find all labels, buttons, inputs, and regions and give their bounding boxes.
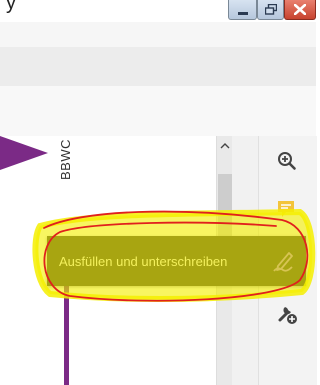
window-title: y	[6, 0, 16, 14]
toolbar	[0, 86, 316, 137]
fill-sign-tool[interactable]	[268, 248, 298, 276]
minimize-button[interactable]	[228, 0, 257, 20]
menu-bar	[0, 22, 316, 48]
close-button[interactable]	[284, 0, 316, 20]
comment-icon	[278, 201, 294, 217]
minimize-icon	[237, 12, 248, 15]
restore-icon	[264, 4, 277, 15]
document-purple-line	[64, 278, 69, 385]
document-vertical-text: BBWC	[58, 139, 73, 180]
zoom-in-tool[interactable]	[273, 148, 301, 174]
window-titlebar: y	[0, 0, 316, 22]
restore-button[interactable]	[257, 0, 284, 20]
fill-sign-pen-icon	[273, 252, 293, 272]
chevron-up-icon	[220, 142, 230, 148]
tools-add-icon	[278, 307, 297, 324]
tools-add-tool[interactable]	[273, 301, 301, 327]
tooltip-label: Ausfüllen und unterschreiben	[59, 253, 228, 269]
scroll-up-button[interactable]	[217, 136, 233, 154]
zoom-in-icon	[278, 152, 296, 170]
comment-tool[interactable]	[272, 196, 300, 222]
tab-bar	[0, 47, 316, 87]
close-icon	[294, 4, 306, 15]
document-triangle-graphic	[0, 136, 48, 170]
